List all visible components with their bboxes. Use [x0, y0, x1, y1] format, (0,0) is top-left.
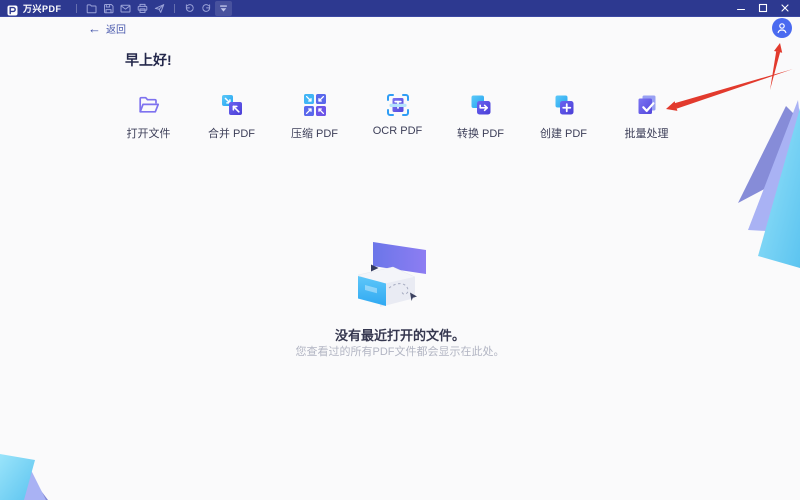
action-open-file[interactable]: 打开文件 — [107, 92, 190, 141]
redo-icon[interactable] — [198, 1, 215, 16]
merge-pdf-icon — [219, 92, 245, 118]
action-label: 创建 PDF — [539, 128, 588, 140]
compress-pdf-icon — [302, 92, 328, 118]
titlebar: 万兴PDF — [0, 0, 800, 17]
window-controls — [734, 2, 800, 15]
toolbar-divider — [173, 3, 175, 13]
action-label: OCR PDF — [372, 125, 423, 137]
toolbar-divider — [75, 3, 77, 13]
empty-state-subtitle: 您查看过的所有PDF文件都会显示在此处。 — [295, 346, 505, 358]
undo-icon[interactable] — [181, 1, 198, 16]
create-pdf-icon — [551, 92, 577, 118]
arrow-to-avatar — [770, 43, 783, 90]
action-convert-pdf[interactable]: 转换 PDF — [439, 92, 522, 141]
action-label: 打开文件 — [126, 128, 171, 140]
empty-state-illustration — [357, 242, 426, 307]
empty-state-title: 没有最近打开的文件。 — [334, 328, 465, 343]
back-label: 返回 — [106, 25, 126, 36]
app-window: 万兴PDF ← 返回 早上好! 打开文件 合并 PDF 压缩 PDF OCR P… — [0, 0, 800, 500]
maximize-button[interactable] — [756, 2, 769, 15]
open-file-icon — [136, 92, 162, 118]
action-label: 批量处理 — [624, 128, 669, 140]
person-icon — [777, 23, 787, 34]
minimize-button[interactable] — [734, 2, 747, 15]
open-folder-icon[interactable] — [83, 1, 100, 16]
action-create-pdf[interactable]: 创建 PDF — [522, 92, 605, 141]
decorative-triangles-right — [738, 100, 800, 268]
action-label: 合并 PDF — [207, 128, 256, 140]
back-arrow-icon: ← — [88, 20, 101, 36]
app-title: 万兴PDF — [23, 3, 62, 14]
ocr-pdf-icon — [385, 92, 411, 118]
email-icon[interactable] — [117, 1, 134, 16]
hide-toolbar-icon[interactable] — [214, 0, 232, 16]
batch-process-icon — [634, 92, 660, 118]
app-logo-icon — [7, 3, 18, 15]
convert-pdf-icon — [468, 92, 494, 118]
back-button[interactable]: ← 返回 — [88, 20, 126, 37]
share-icon[interactable] — [151, 1, 168, 16]
quick-actions-row: 打开文件 合并 PDF 压缩 PDF OCR PDF 转换 PDF 创建 PDF… — [107, 92, 688, 141]
action-merge-pdf[interactable]: 合并 PDF — [190, 92, 273, 141]
action-compress-pdf[interactable]: 压缩 PDF — [273, 92, 356, 141]
account-avatar-button[interactable] — [772, 18, 792, 38]
close-button[interactable] — [778, 2, 791, 15]
decorative-triangles-left — [0, 454, 48, 500]
action-label: 压缩 PDF — [290, 128, 339, 140]
action-label: 转换 PDF — [456, 128, 505, 140]
save-icon[interactable] — [100, 1, 117, 16]
action-ocr-pdf[interactable]: OCR PDF — [356, 92, 439, 141]
print-icon[interactable] — [134, 1, 151, 16]
action-batch-process[interactable]: 批量处理 — [605, 92, 688, 141]
greeting-text: 早上好! — [125, 52, 172, 68]
